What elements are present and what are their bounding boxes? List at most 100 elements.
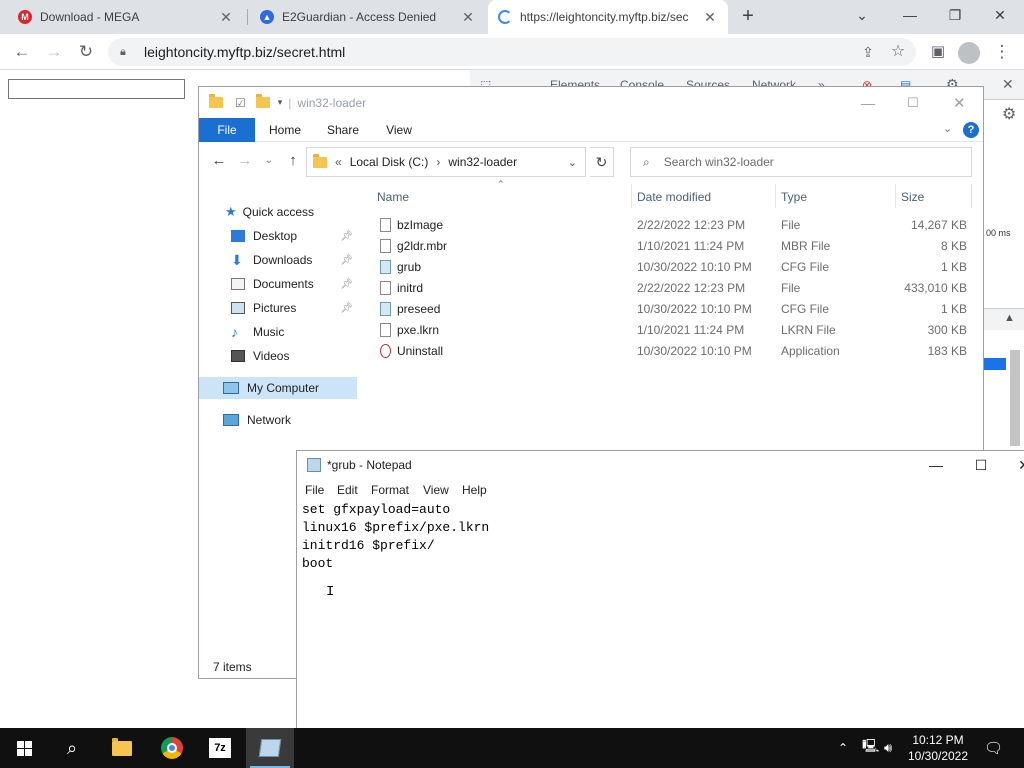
explorer-back-button[interactable]: ← [209,151,229,171]
caret-up-icon[interactable]: ▲ [1004,312,1015,324]
tray-overflow-icon[interactable]: ⌃ [838,728,848,768]
tab-e2guardian[interactable]: ▲ E2Guardian - Access Denied ✕ [250,0,486,34]
tab-leightoncity[interactable]: https://leightoncity.myftp.biz/sec ✕ [488,0,728,34]
volume-icon[interactable]: 🔊︎ [884,728,892,768]
new-folder-icon[interactable] [255,94,270,108]
breadcrumb-folder[interactable]: win32-loader [448,155,517,169]
nav-my-computer[interactable]: My Computer [199,377,357,399]
nav-documents[interactable]: Documents 📌︎ [199,273,357,295]
devtools-close-icon[interactable]: ✕ [1002,76,1014,93]
explorer-search-box[interactable]: ⌕ Search win32-loader [630,147,972,177]
profile-avatar[interactable] [958,42,980,64]
nav-quick-access[interactable]: ★ Quick access [199,201,357,223]
ribbon-tab-view[interactable]: View [375,118,423,142]
properties-icon[interactable]: ☑ [235,96,246,110]
pin-icon[interactable]: 📌︎ [340,303,353,314]
ribbon-tab-share[interactable]: Share [319,118,367,142]
menu-format[interactable]: Format [371,483,409,497]
menu-view[interactable]: View [423,483,449,497]
pin-icon[interactable]: 📌︎ [340,255,353,266]
column-divider[interactable] [775,184,776,208]
column-header-size[interactable]: Size [901,187,924,207]
explorer-forward-button[interactable]: → [235,151,255,171]
taskbar-file-explorer[interactable] [98,728,146,768]
notifications-icon[interactable]: 🗨︎ [984,728,1003,768]
nav-downloads[interactable]: ⬇ Downloads 📌︎ [199,249,357,271]
share-icon[interactable]: ⇪ [856,40,880,64]
devtools-scrollbar[interactable] [1010,350,1020,446]
close-window-button[interactable]: ✕ [986,4,1014,26]
close-icon[interactable]: ✕ [460,9,476,26]
column-header-type[interactable]: Type [781,187,807,207]
taskbar-7zip[interactable]: 7z [196,728,244,768]
explorer-minimize-button[interactable]: — [861,95,875,111]
menu-help[interactable]: Help [462,483,487,497]
file-row[interactable]: g2ldr.mbr 1/10/2021 11:24 PM MBR File 8 … [375,236,975,257]
system-clock[interactable]: 10:12 PM 10/30/2022 [900,732,976,764]
notepad-close-button[interactable]: ✕ [1009,455,1024,475]
file-row[interactable]: pxe.lkrn 1/10/2021 11:24 PM LKRN File 30… [375,320,975,341]
file-row[interactable]: initrd 2/22/2022 12:23 PM File 433,010 K… [375,278,975,299]
taskbar-search-icon[interactable]: ⌕ [48,728,96,768]
address-bar[interactable]: 🔒︎ leightoncity.myftp.biz/secret.html [108,38,916,66]
column-divider[interactable] [971,184,972,208]
bookmark-star-icon[interactable]: ☆ [886,40,910,64]
notepad-maximize-button[interactable]: ☐ [966,455,996,475]
notepad-minimize-button[interactable]: — [921,455,951,475]
column-header-name[interactable]: Name [377,187,409,207]
notepad-text-area[interactable]: set gfxpayload=auto linux16 $prefix/pxe.… [302,501,489,573]
ribbon-tab-file[interactable]: File [199,118,255,142]
nav-desktop[interactable]: Desktop 📌︎ [199,225,357,247]
nav-pictures[interactable]: Pictures 📌︎ [199,297,357,319]
devtools-selected-row[interactable] [984,358,1006,370]
nav-network[interactable]: Network [199,409,357,431]
new-tab-button[interactable]: + [738,6,758,26]
file-row[interactable]: bzImage 2/22/2022 12:23 PM File 14,267 K… [375,215,975,236]
restore-button[interactable]: ❐ [941,4,969,26]
nav-videos[interactable]: Videos [199,345,357,367]
file-row[interactable]: grub 10/30/2022 10:10 PM CFG File 1 KB [375,257,975,278]
minimize-button[interactable]: — [896,4,924,26]
address-breadcrumb[interactable]: « Local Disk (C:) › win32-loader ⌄ [306,147,586,177]
breadcrumb-drive[interactable]: Local Disk (C:) [350,155,429,169]
file-size: 183 KB [927,344,967,358]
tab-search-icon[interactable]: ⌄ [848,4,876,26]
menu-edit[interactable]: Edit [337,483,358,497]
nav-label: Documents [253,277,314,291]
forward-button[interactable]: → [42,40,66,64]
network-tray-icon[interactable]: 🖳︎ [862,728,879,768]
menu-file[interactable]: File [305,483,324,497]
qat-dropdown-icon[interactable]: ▾ [278,97,283,108]
close-icon[interactable]: ✕ [702,9,718,26]
nav-music[interactable]: ♪ Music [199,321,357,343]
file-row[interactable]: Uninstall 10/30/2022 10:10 PM Applicatio… [375,341,975,362]
chevron-down-icon[interactable]: ⌄ [568,156,577,169]
page-text-input[interactable] [8,79,185,99]
breadcrumb-overflow[interactable]: « [335,155,342,169]
column-header-date[interactable]: Date modified [637,187,711,207]
tab-mega[interactable]: M Download - MEGA ✕ [8,0,244,34]
up-folder-button[interactable]: ↑ [283,151,303,171]
devtools-panel-settings-icon[interactable]: ⚙ [1002,104,1016,124]
back-button[interactable]: ← [10,40,34,64]
side-panel-icon[interactable]: ▣ [926,40,950,64]
taskbar-chrome[interactable] [148,728,196,768]
recent-locations-icon[interactable]: ⌄ [259,151,279,171]
file-row[interactable]: preseed 10/30/2022 10:10 PM CFG File 1 K… [375,299,975,320]
start-button[interactable] [0,728,48,768]
explorer-close-button[interactable]: ✕ [953,94,966,112]
close-icon[interactable]: ✕ [218,9,234,26]
taskbar-notepad[interactable] [246,728,294,768]
pin-icon[interactable]: 📌︎ [340,231,353,242]
ribbon-expand-icon[interactable]: ⌄ [943,122,952,135]
menu-dots-icon[interactable]: ⋮ [990,40,1014,64]
refresh-button[interactable]: ↻ [590,147,614,177]
help-icon[interactable]: ? [963,122,979,138]
reload-button[interactable]: ↻ [74,40,98,64]
breadcrumb-separator[interactable]: › [436,155,440,169]
column-divider[interactable] [631,184,632,208]
explorer-maximize-button[interactable]: ☐ [907,95,919,111]
column-divider[interactable] [895,184,896,208]
ribbon-tab-home[interactable]: Home [261,118,309,142]
pin-icon[interactable]: 📌︎ [340,279,353,290]
